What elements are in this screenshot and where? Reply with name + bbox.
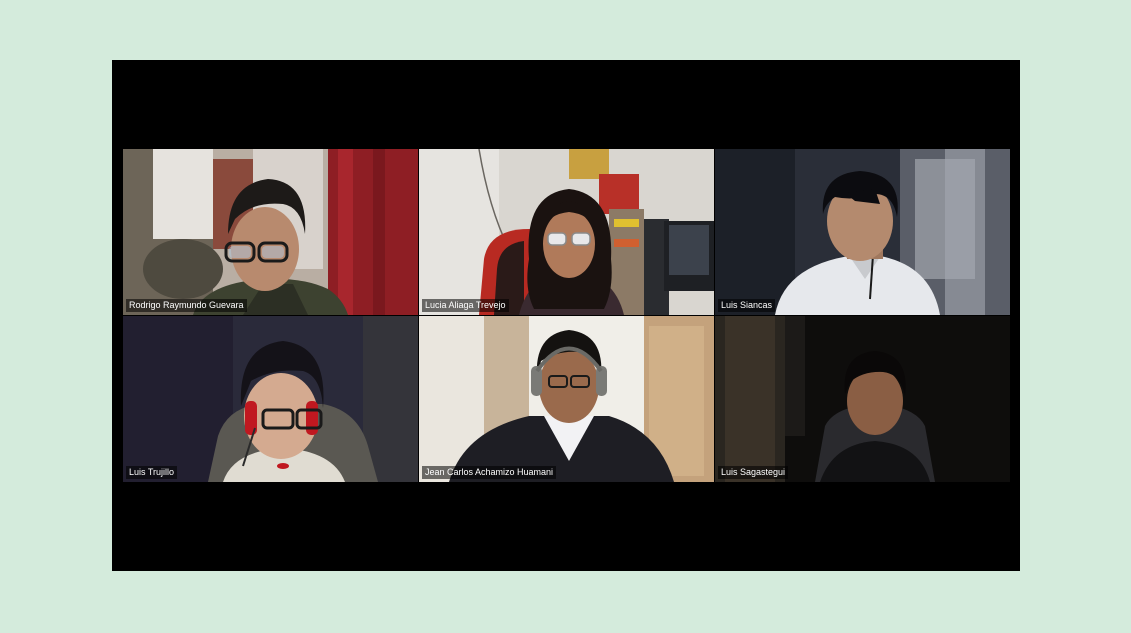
participant-video-grid: Rodrigo Raymundo Guevara Lucia Aliaga Tr… — [123, 149, 1010, 482]
participant-video-feed — [123, 149, 418, 315]
participant-tile-jean-carlos[interactable]: Jean Carlos Achamizo Huamani — [419, 316, 714, 482]
participant-tile-luis-siancas[interactable]: Luis Siancas — [715, 149, 1010, 315]
participant-name-label: Lucia Aliaga Trevejo — [422, 299, 509, 312]
participant-video-feed — [419, 149, 714, 315]
participant-name-label: Luis Trujillo — [126, 466, 178, 479]
participant-video-feed — [715, 149, 1010, 315]
participant-video-feed — [715, 316, 1010, 482]
participant-video-feed — [419, 316, 714, 482]
participant-name-label: Luis Siancas — [718, 299, 776, 312]
participant-tile-luis-trujillo[interactable]: Luis Trujillo — [123, 316, 418, 482]
participant-tile-luis-sagastegui[interactable]: Luis Sagastegui — [715, 316, 1010, 482]
participant-video-feed — [123, 316, 418, 482]
participant-name-label: Jean Carlos Achamizo Huamani — [422, 466, 557, 479]
participant-name-label: Rodrigo Raymundo Guevara — [126, 299, 247, 312]
participant-tile-rodrigo[interactable]: Rodrigo Raymundo Guevara — [123, 149, 418, 315]
video-call-window: Rodrigo Raymundo Guevara Lucia Aliaga Tr… — [112, 60, 1020, 571]
participant-name-label: Luis Sagastegui — [718, 466, 789, 479]
participant-tile-lucia[interactable]: Lucia Aliaga Trevejo — [419, 149, 714, 315]
